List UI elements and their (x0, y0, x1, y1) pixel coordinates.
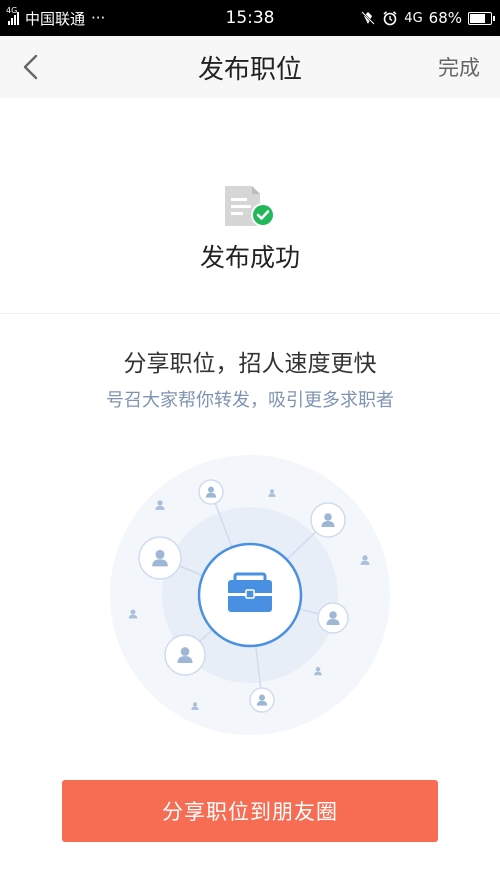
contact-node (138, 536, 182, 580)
battery-icon (468, 11, 495, 25)
chevron-left-icon (23, 54, 38, 80)
back-button[interactable] (14, 50, 48, 84)
contact-node (317, 602, 349, 634)
battery-percent: 68% (428, 9, 462, 27)
nav-bar: 发布职位 完成 (0, 36, 500, 99)
contact-node (249, 687, 275, 713)
page-title: 发布职位 (197, 54, 302, 85)
contact-node (164, 634, 206, 676)
share-title: 分享职位，招人速度更快 (123, 351, 377, 377)
share-section: 分享职位，招人速度更快 号召大家帮你转发，吸引更多求职者 分享职位到朋友圈 (0, 314, 500, 889)
document-check-icon (225, 186, 275, 227)
share-subtitle: 号召大家帮你转发，吸引更多求职者 (106, 390, 394, 411)
done-button[interactable]: 完成 (438, 36, 480, 98)
share-network-illustration (110, 455, 390, 735)
do-not-disturb-icon (361, 11, 376, 25)
alarm-icon (383, 11, 397, 26)
contact-node (310, 502, 346, 538)
clock: 15:38 (225, 8, 275, 28)
success-message: 发布成功 (199, 243, 300, 272)
success-section: 发布成功 (0, 98, 500, 314)
status-bar: 4G 中国联通 ··· 15:38 4G 68% (0, 0, 500, 36)
center-briefcase-node (197, 542, 303, 648)
network-type: 4G (404, 10, 423, 26)
share-to-moments-button[interactable]: 分享职位到朋友圈 (62, 780, 438, 842)
contact-node (198, 479, 224, 505)
